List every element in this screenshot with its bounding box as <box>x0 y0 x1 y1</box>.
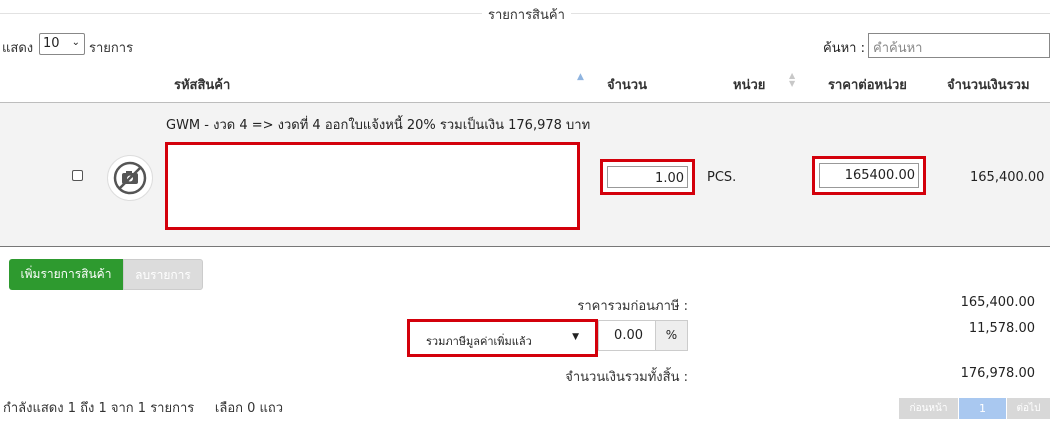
pagination-prev[interactable]: ก่อนหน้า <box>899 398 958 419</box>
pagination-page-1[interactable]: 1 <box>959 398 1006 419</box>
table-info: กำลังแสดง 1 ถึง 1 จาก 1 รายการ เลือก 0 แ… <box>3 401 284 416</box>
row-checkbox[interactable] <box>72 170 83 181</box>
row-total: 165,400.00 <box>970 170 1045 185</box>
grand-total-label: จำนวนเงินรวมทั้งสิ้น : <box>565 370 688 385</box>
sort-asc-icon: ▲ <box>577 72 584 82</box>
subtotal-label: ราคารวมก่อนภาษี : <box>577 299 688 314</box>
qty-field-highlight: 1.00 <box>600 159 695 195</box>
length-suffix: รายการ <box>89 41 134 56</box>
description-textarea[interactable] <box>165 142 580 230</box>
column-header-price[interactable]: ราคาต่อหน่วย <box>828 74 907 95</box>
length-prefix: แสดง <box>2 41 34 56</box>
unit-value: PCS. <box>707 170 737 185</box>
vat-rate-input[interactable]: 0.00 <box>598 320 656 351</box>
price-input[interactable]: 165400.00 <box>819 163 919 188</box>
vat-amount: 11,578.00 <box>968 321 1035 336</box>
page-length-select[interactable]: 10 ⌄ <box>39 33 85 55</box>
sort-both-icon: ▲ ▼ <box>789 71 796 88</box>
search-input[interactable]: คำค้นหา <box>868 33 1050 58</box>
percent-addon: % <box>655 320 688 351</box>
row-divider <box>0 246 1050 247</box>
row-note: GWM - งวด 4 => งวดที่ 4 ออกใบแจ้งหนี้ 20… <box>166 118 591 133</box>
chevron-down-icon: ⌄ <box>71 37 80 48</box>
product-image[interactable] <box>107 155 153 201</box>
no-image-icon <box>113 161 147 195</box>
search-label: ค้นหา : <box>823 41 865 56</box>
subtotal-value: 165,400.00 <box>960 295 1035 310</box>
pagination-next[interactable]: ต่อไป <box>1007 398 1050 419</box>
vat-option: รวมภาษีมูลค่าเพิ่มแล้ว <box>426 335 532 348</box>
section-title: รายการสินค้า <box>482 4 571 25</box>
column-header-unit[interactable]: หน่วย <box>733 74 765 95</box>
delete-item-button[interactable]: ลบรายการ <box>123 259 203 290</box>
vat-select-highlight: รวมภาษีมูลค่าเพิ่มแล้ว ▼ <box>407 319 598 357</box>
add-item-button[interactable]: เพิ่มรายการสินค้า <box>9 259 123 290</box>
column-header-qty[interactable]: จำนวน <box>607 74 647 95</box>
grand-total-value: 176,978.00 <box>960 366 1035 381</box>
column-header-code[interactable]: รหัสสินค้า <box>174 74 230 95</box>
vat-select[interactable]: รวมภาษีมูลค่าเพิ่มแล้ว ▼ <box>414 326 591 350</box>
column-header-total[interactable]: จำนวนเงินรวม <box>947 74 1030 95</box>
page-length-value: 10 <box>43 36 60 51</box>
caret-down-icon: ▼ <box>572 332 579 342</box>
price-field-highlight: 165400.00 <box>812 156 926 195</box>
qty-input[interactable]: 1.00 <box>607 166 688 188</box>
